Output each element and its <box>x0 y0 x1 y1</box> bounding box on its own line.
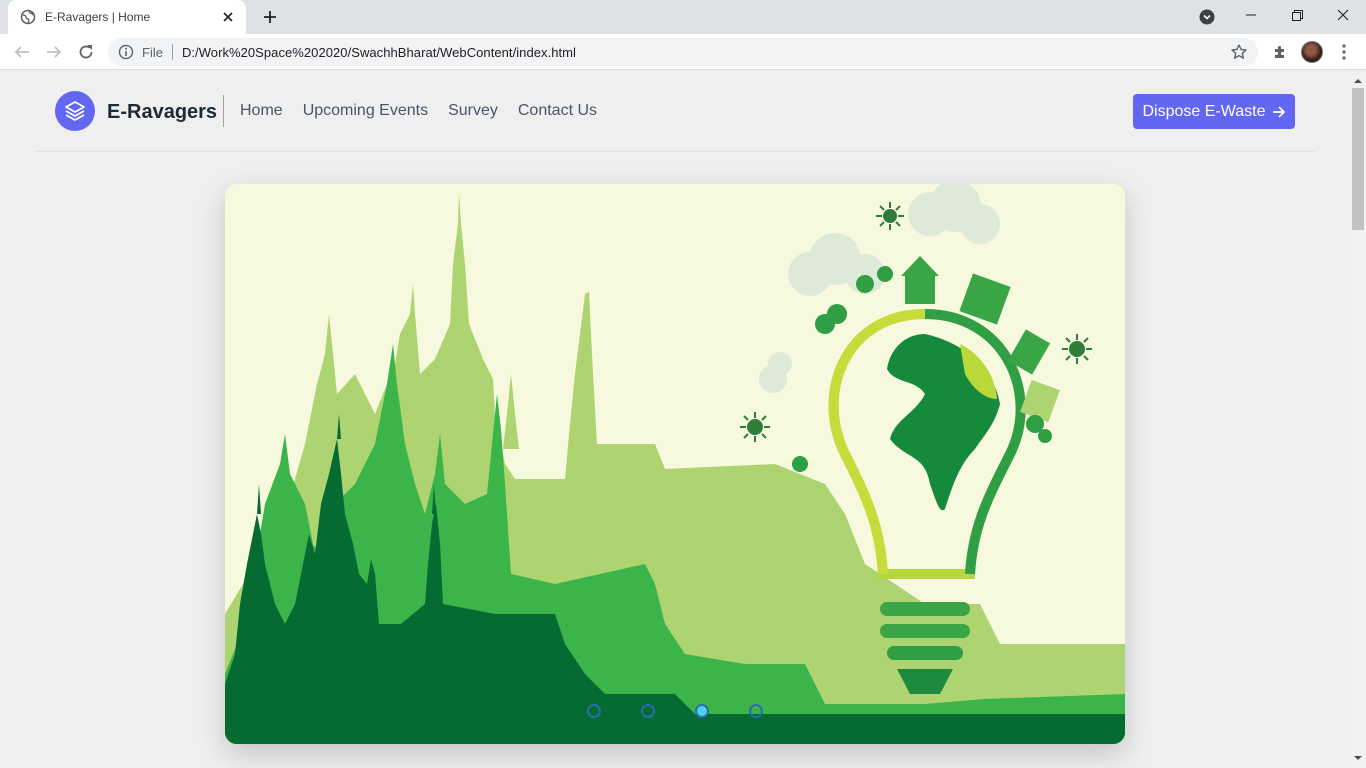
scrollbar-thumb[interactable] <box>1352 88 1364 230</box>
carousel-indicators <box>225 704 1125 720</box>
tab-title: E-Ravagers | Home <box>45 10 151 24</box>
layers-logo-icon[interactable] <box>55 91 95 131</box>
carousel-dot-3[interactable] <box>695 704 709 718</box>
address-scheme-label: File <box>142 44 163 60</box>
tab-search-icon[interactable] <box>1196 6 1218 28</box>
brand-name[interactable]: E-Ravagers <box>107 101 217 124</box>
address-url[interactable]: D:/Work%20Space%202020/SwachhBharat/WebC… <box>182 45 576 60</box>
minimize-icon[interactable] <box>1228 0 1274 30</box>
address-bar[interactable]: File D:/Work%20Space%202020/SwachhBharat… <box>108 38 1258 66</box>
hero-carousel <box>225 184 1125 744</box>
nav-contact-us[interactable]: Contact Us <box>518 102 597 120</box>
forward-arrow-icon[interactable] <box>42 40 66 64</box>
site-header: E-Ravagers Home Upcoming Events Survey C… <box>36 71 1315 152</box>
nav-home[interactable]: Home <box>240 102 283 120</box>
browser-toolbar: File D:/Work%20Space%202020/SwachhBharat… <box>0 34 1366 70</box>
nav-survey[interactable]: Survey <box>448 102 498 120</box>
carousel-dot-4[interactable] <box>749 704 763 718</box>
globe-icon <box>20 9 36 25</box>
bookmark-star-icon[interactable] <box>1230 43 1248 61</box>
browser-tabstrip: E-Ravagers | Home <box>0 0 1366 34</box>
browser-tab-active[interactable]: E-Ravagers | Home <box>8 0 246 34</box>
kebab-menu-icon[interactable] <box>1334 41 1354 63</box>
dispose-e-waste-button[interactable]: Dispose E-Waste <box>1133 94 1295 129</box>
page-scrollbar[interactable] <box>1350 71 1366 768</box>
window-close-icon[interactable] <box>1320 0 1366 30</box>
nav-upcoming-events[interactable]: Upcoming Events <box>303 102 428 120</box>
brand-divider <box>223 95 224 127</box>
main-nav: Home Upcoming Events Survey Contact Us <box>240 102 597 120</box>
arrow-right-icon <box>1272 105 1285 118</box>
carousel-dot-2[interactable] <box>641 704 655 718</box>
address-separator <box>171 44 173 60</box>
carousel-dot-1[interactable] <box>587 704 601 718</box>
reload-icon[interactable] <box>74 40 98 64</box>
info-icon[interactable] <box>118 44 134 60</box>
close-icon[interactable] <box>220 9 236 25</box>
scroll-up-arrow-icon[interactable] <box>1350 73 1366 89</box>
back-arrow-icon[interactable] <box>10 40 34 64</box>
profile-avatar[interactable] <box>1301 41 1323 63</box>
scroll-down-arrow-icon[interactable] <box>1350 750 1366 766</box>
extensions-puzzle-icon[interactable] <box>1270 42 1290 62</box>
cta-label: Dispose E-Waste <box>1142 102 1266 120</box>
city-eco-illustration <box>225 184 1125 744</box>
new-tab-plus-icon[interactable] <box>258 5 282 29</box>
restore-icon[interactable] <box>1274 0 1320 30</box>
page-viewport: E-Ravagers Home Upcoming Events Survey C… <box>0 71 1350 768</box>
